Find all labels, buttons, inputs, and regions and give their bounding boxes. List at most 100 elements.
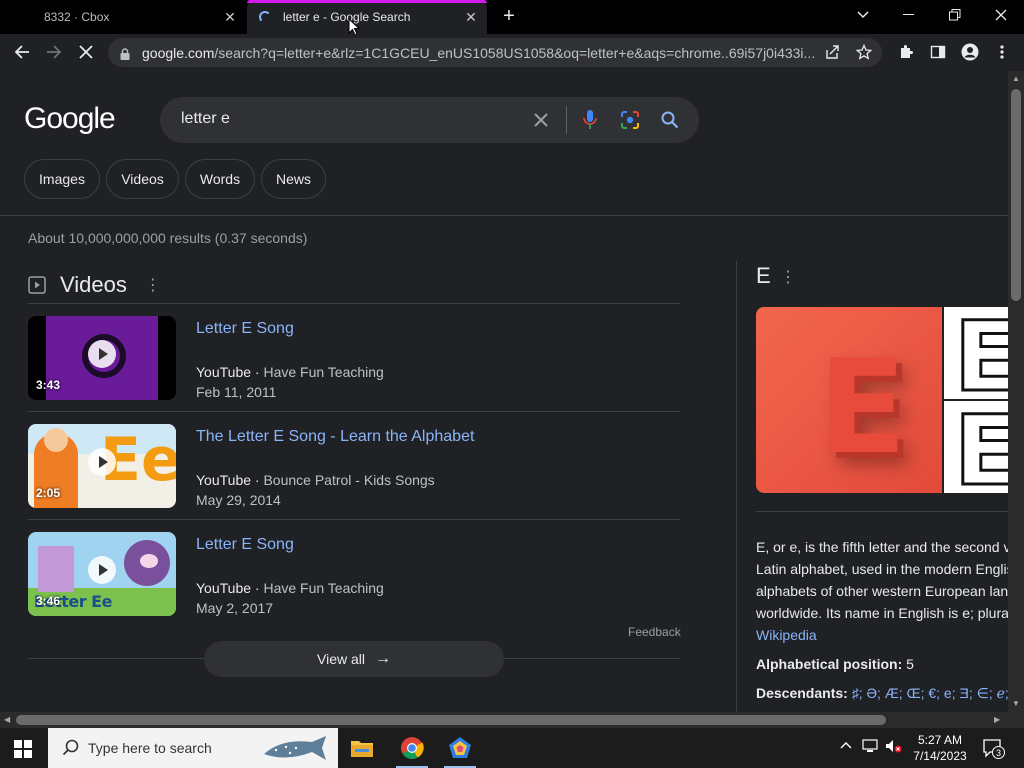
filter-chip-news[interactable]: News — [261, 159, 326, 199]
knowledge-panel-image[interactable]: E — [756, 307, 942, 493]
fact-value[interactable]: ♯; Ə; Æ; Œ; €; e; Ǝ; ∈; ℯ; Ɛ; ℰ — [852, 685, 1008, 701]
tab-google-search[interactable]: letter e - Google Search ✕ — [247, 0, 487, 34]
app-pentagon-icon[interactable] — [436, 728, 484, 768]
horizontal-scrollbar[interactable]: ◀ ▶ — [0, 712, 1008, 728]
view-all-button[interactable]: View all → — [204, 641, 504, 677]
video-result[interactable]: Letter Ee 3:46 Letter E Song YouTube · H… — [28, 532, 680, 632]
extensions-puzzle-icon[interactable] — [896, 42, 916, 62]
profile-avatar-icon[interactable] — [960, 42, 980, 62]
lens-camera-icon[interactable] — [619, 109, 641, 131]
chrome-icon[interactable] — [388, 728, 436, 768]
microphone-icon[interactable] — [579, 109, 601, 131]
tab-strip: 8332 · Cbox ✕ letter e - Google Search ✕… — [0, 0, 1024, 36]
close-icon[interactable]: ✕ — [463, 9, 479, 25]
browser-toolbar: google.com/search?q=letter+e&rlz=1C1GCEU… — [0, 34, 1024, 71]
menu-kebab-icon[interactable] — [992, 42, 1012, 62]
back-button[interactable] — [10, 40, 34, 64]
close-window-button[interactable] — [978, 0, 1024, 30]
letter-e-outline-image: E — [953, 401, 1008, 494]
tab-cbox[interactable]: 8332 · Cbox ✕ — [0, 0, 246, 34]
knowledge-panel-image[interactable]: E — [944, 401, 1008, 493]
video-result[interactable]: 3:43 Letter E Song YouTube · Have Fun Te… — [28, 316, 680, 416]
video-title-link[interactable]: Letter E Song — [196, 536, 294, 554]
tab-title: 8332 · Cbox — [44, 10, 110, 24]
scrollbar-thumb[interactable] — [1011, 89, 1021, 301]
video-source: YouTube · Have Fun Teaching — [196, 580, 384, 596]
play-icon — [88, 340, 116, 368]
scroll-left-icon[interactable]: ◀ — [4, 715, 10, 724]
search-results-page: Google letter e Images Videos Words News… — [0, 71, 1008, 712]
scrollbar-corner — [1008, 712, 1024, 728]
more-options-icon[interactable]: ⋮ — [145, 275, 161, 295]
video-thumbnail[interactable]: 3:43 — [28, 316, 176, 400]
loading-spinner-icon — [259, 11, 271, 23]
letter-e-outline-image: E — [953, 307, 1008, 400]
video-thumbnail[interactable]: Letter Ee 3:46 — [28, 532, 176, 616]
url-host: google.com — [142, 44, 215, 61]
search-box[interactable]: letter e — [160, 97, 699, 143]
divider — [756, 511, 1008, 512]
clock-time: 5:27 AM — [917, 733, 963, 747]
windows-start-icon[interactable] — [14, 740, 32, 758]
description-line: alphabets of other western European lan — [756, 583, 1008, 599]
restore-button[interactable] — [932, 0, 978, 30]
feedback-link[interactable]: Feedback — [628, 625, 681, 639]
scroll-right-icon[interactable]: ▶ — [994, 715, 1000, 724]
scroll-up-icon[interactable]: ▲ — [1012, 74, 1020, 83]
side-panel-icon[interactable] — [928, 42, 948, 62]
view-all-label: View all — [317, 651, 365, 667]
result-stats: About 10,000,000,000 results (0.37 secon… — [28, 230, 308, 246]
search-query[interactable]: letter e — [181, 110, 230, 128]
filter-chip-videos[interactable]: Videos — [106, 159, 179, 199]
video-source: YouTube · Have Fun Teaching — [196, 364, 384, 380]
knowledge-panel-divider — [736, 261, 737, 712]
clock-date: 7/14/2023 — [913, 749, 967, 763]
scroll-down-icon[interactable]: ▼ — [1012, 699, 1020, 708]
filter-chip-images[interactable]: Images — [24, 159, 100, 199]
scrollbar-thumb[interactable] — [16, 715, 886, 725]
video-title-link[interactable]: Letter E Song — [196, 320, 294, 338]
address-bar[interactable]: google.com/search?q=letter+e&rlz=1C1GCEU… — [108, 38, 882, 67]
forward-button[interactable] — [42, 40, 66, 64]
knowledge-panel-title: E — [756, 263, 771, 288]
videos-section-header: Videos ⋮ — [28, 271, 161, 299]
share-icon[interactable] — [822, 42, 842, 62]
notification-center-icon[interactable]: 3 — [982, 738, 1005, 759]
tray-chevron-up-icon[interactable] — [840, 738, 852, 752]
network-icon[interactable] — [862, 738, 880, 757]
search-icon — [62, 739, 79, 756]
url-text: google.com/search?q=letter+e&rlz=1C1GCEU… — [142, 45, 818, 61]
video-section-icon — [28, 276, 46, 294]
notification-count-badge: 3 — [992, 746, 1005, 759]
video-duration: 3:46 — [36, 594, 61, 608]
lock-icon[interactable] — [120, 47, 130, 60]
description-line: E, or e, is the fifth letter and the sec… — [756, 539, 1008, 555]
minimize-button[interactable] — [886, 0, 932, 30]
video-thumbnail[interactable]: Ee 2:05 — [28, 424, 176, 508]
search-divider — [566, 106, 567, 134]
taskbar-search-box[interactable]: Type here to search — [48, 728, 338, 768]
tab-search-dropdown-icon[interactable] — [840, 0, 886, 30]
video-channel: Have Fun Teaching — [263, 580, 384, 596]
google-logo[interactable]: Google — [24, 102, 116, 136]
more-options-icon[interactable]: ⋮ — [780, 267, 796, 287]
bookmark-star-icon[interactable] — [854, 42, 874, 62]
vertical-scrollbar[interactable]: ▲ ▼ — [1008, 71, 1024, 712]
stop-loading-button[interactable] — [74, 40, 98, 64]
search-icon[interactable] — [659, 109, 681, 131]
file-explorer-icon[interactable] — [338, 728, 386, 768]
filter-chip-words[interactable]: Words — [185, 159, 255, 199]
taskbar-clock[interactable]: 5:27 AM 7/14/2023 — [900, 732, 980, 764]
video-title-link[interactable]: The Letter E Song - Learn the Alphabet — [196, 428, 474, 446]
fact-alphabetical-position: Alphabetical position: 5 — [756, 656, 1008, 672]
video-result[interactable]: Ee 2:05 The Letter E Song - Learn the Al… — [28, 424, 680, 524]
play-icon — [88, 556, 116, 584]
divider — [28, 303, 680, 304]
knowledge-panel-image[interactable]: E — [944, 307, 1008, 399]
new-tab-button[interactable]: + — [499, 5, 519, 27]
video-duration: 2:05 — [36, 486, 61, 500]
clear-icon[interactable] — [530, 109, 552, 131]
fact-descendants: Descendants: ♯; Ə; Æ; Œ; €; e; Ǝ; ∈; ℯ; … — [756, 685, 1008, 702]
close-icon[interactable]: ✕ — [222, 9, 238, 25]
wikipedia-link[interactable]: Wikipedia — [756, 624, 1008, 646]
